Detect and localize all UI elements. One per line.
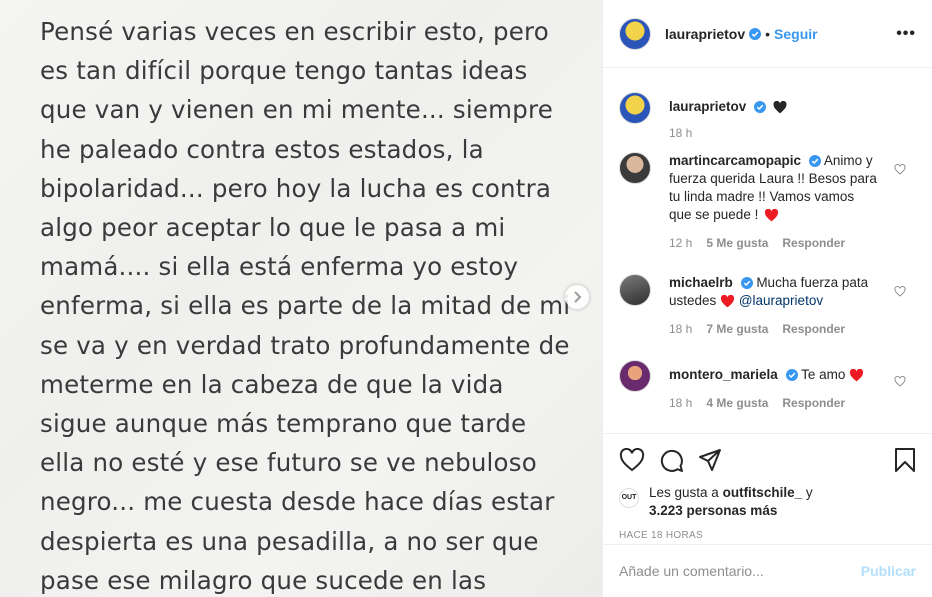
next-image-button[interactable]: [565, 285, 589, 309]
avatar[interactable]: [619, 360, 651, 392]
header-username[interactable]: lauraprietov: [665, 26, 745, 42]
liker-username[interactable]: outfitschile_: [723, 485, 803, 500]
likes-summary: OUT Les gusta a outfitschile_ y 3.223 pe…: [619, 484, 916, 520]
share-icon: [699, 449, 721, 471]
comment-text: Te amo: [801, 367, 846, 382]
comment-item: michaelrb Mucha fuerza pata ustedes @lau…: [619, 274, 916, 338]
like-button[interactable]: [619, 448, 645, 472]
caption: lauraprietov 18 h: [619, 92, 916, 142]
avatar[interactable]: [619, 152, 651, 184]
header-separator: •: [765, 25, 771, 42]
add-comment-bar: Publicar: [603, 544, 932, 597]
caption-time[interactable]: 18 h: [669, 124, 692, 142]
save-button[interactable]: [894, 447, 916, 473]
avatar[interactable]: [619, 274, 651, 306]
reply-button[interactable]: Responder: [782, 394, 845, 412]
comment-mention[interactable]: @lauraprietov: [739, 293, 823, 308]
post-actions: OUT Les gusta a outfitschile_ y 3.223 pe…: [603, 433, 932, 559]
red-heart-icon: [720, 294, 735, 308]
publish-button[interactable]: Publicar: [861, 563, 916, 579]
follow-button[interactable]: Seguir: [774, 26, 818, 42]
red-heart-icon: [764, 208, 779, 222]
verified-icon: [785, 369, 798, 382]
more-options-button[interactable]: •••: [896, 25, 916, 43]
comment-time[interactable]: 18 h: [669, 320, 692, 338]
like-comment-icon[interactable]: [894, 374, 906, 392]
post-sidebar: lauraprietov • Seguir ••• lauraprietov 1…: [602, 0, 932, 597]
comment-username[interactable]: martincarcamopapic: [669, 153, 801, 168]
likes-others[interactable]: 3.223 personas más: [649, 503, 777, 518]
post-timestamp[interactable]: HACE 18 HORAS: [619, 530, 916, 541]
avatar[interactable]: [619, 17, 651, 50]
post-image-text: Pensé varias veces en escribir esto, per…: [40, 17, 571, 595]
like-comment-icon[interactable]: [894, 162, 906, 180]
reply-button[interactable]: Responder: [782, 320, 845, 338]
caption-username[interactable]: lauraprietov: [669, 99, 746, 114]
comment-icon: [660, 449, 683, 472]
comment-button[interactable]: [659, 448, 684, 473]
heart-icon: [619, 448, 645, 472]
share-button[interactable]: [698, 448, 722, 472]
verified-icon: [740, 277, 753, 290]
comment-likes[interactable]: 5 Me gusta: [706, 234, 768, 252]
comment-likes[interactable]: 4 Me gusta: [706, 394, 768, 412]
black-heart-icon: [773, 100, 787, 114]
comment-input[interactable]: [619, 563, 861, 579]
chevron-right-icon: [574, 291, 582, 303]
comment-time[interactable]: 18 h: [669, 394, 692, 412]
comment-username[interactable]: montero_mariela: [669, 367, 778, 382]
comment-item: martincarcamopapic Animo y fuerza querid…: [619, 152, 916, 252]
comment-item: montero_mariela Te amo 18 h 4 Me gusta R…: [619, 360, 916, 412]
reply-button[interactable]: Responder: [782, 234, 845, 252]
avatar[interactable]: [619, 92, 651, 124]
red-heart-icon: [849, 368, 864, 382]
liker-avatar[interactable]: OUT: [619, 488, 639, 508]
post-image: Pensé varias veces en escribir esto, per…: [0, 0, 602, 597]
comment-time[interactable]: 12 h: [669, 234, 692, 252]
likes-prefix: Les gusta a: [649, 485, 719, 500]
comments-list: lauraprietov 18 h martincarcamopapic Ani…: [603, 68, 932, 433]
verified-icon: [749, 27, 762, 40]
likes-joiner: y: [805, 485, 813, 500]
verified-icon: [808, 155, 821, 168]
verified-icon: [754, 101, 767, 114]
bookmark-icon: [895, 448, 915, 472]
comment-username[interactable]: michaelrb: [669, 275, 733, 290]
like-comment-icon[interactable]: [894, 284, 906, 302]
comment-likes[interactable]: 7 Me gusta: [706, 320, 768, 338]
post-header: lauraprietov • Seguir •••: [603, 0, 932, 68]
